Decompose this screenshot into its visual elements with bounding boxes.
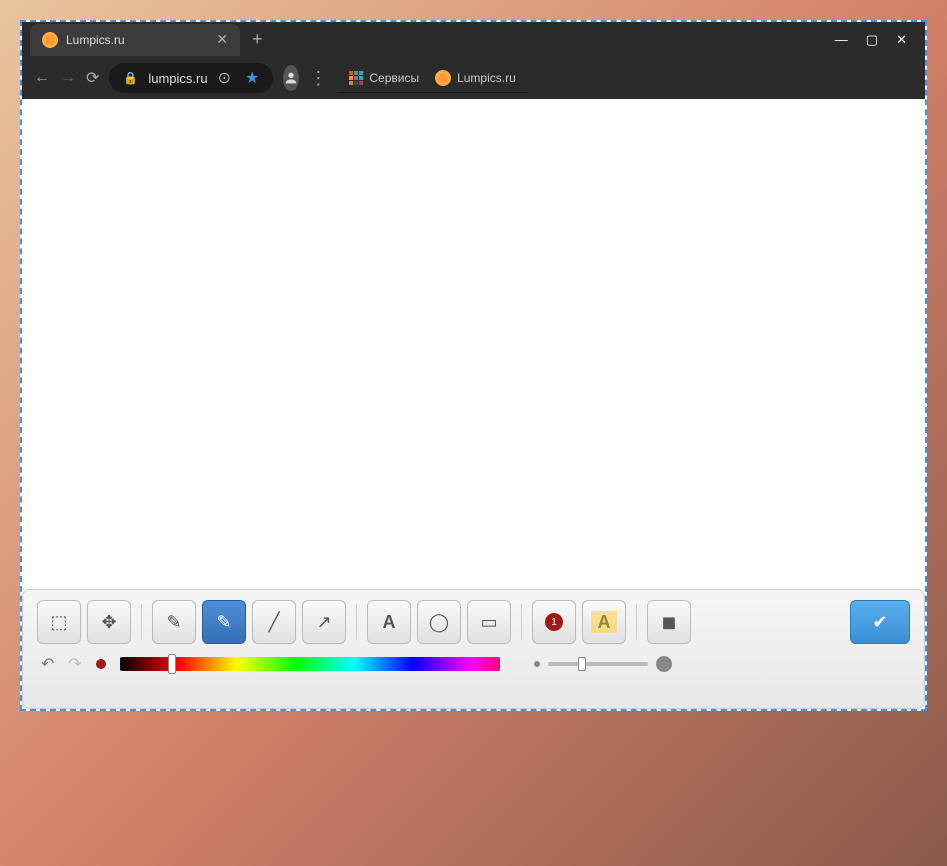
- address-bar[interactable]: 🔒 lumpics.ru ⊙ ★: [109, 63, 273, 93]
- size-min-icon: [534, 661, 540, 667]
- screenshot-region: Lumpics.ru ✕ + — ▢ ✕ ← → ⟳ 🔒 lumpics.ru …: [20, 20, 927, 711]
- highlight-tool[interactable]: A: [582, 600, 626, 644]
- pen-tool[interactable]: ✎: [152, 600, 196, 644]
- reload-button[interactable]: ⟳: [86, 68, 99, 88]
- undo-button[interactable]: ↶: [41, 654, 54, 674]
- browser-tab[interactable]: Lumpics.ru ✕: [30, 24, 240, 56]
- lock-icon: 🔒: [123, 71, 138, 85]
- close-icon[interactable]: ✕: [216, 31, 228, 48]
- close-window-icon[interactable]: ✕: [896, 32, 907, 48]
- forward-button[interactable]: →: [60, 69, 76, 87]
- favicon-icon: [42, 32, 58, 48]
- ellipse-tool[interactable]: ◯: [417, 600, 461, 644]
- bookmark-label: Lumpics.ru: [457, 71, 516, 85]
- size-max-icon: [656, 656, 672, 672]
- text-tool[interactable]: A: [367, 600, 411, 644]
- counter-tool[interactable]: 1: [532, 600, 576, 644]
- bookmarks-bar: Сервисы Lumpics.ru: [337, 63, 527, 93]
- color-slider-handle[interactable]: [168, 654, 176, 674]
- site-bookmark[interactable]: Lumpics.ru: [435, 70, 516, 86]
- size-control: [534, 656, 672, 672]
- color-slider[interactable]: [120, 657, 500, 671]
- current-color-icon: [96, 659, 106, 669]
- move-tool[interactable]: ✥: [87, 600, 131, 644]
- new-tab-button[interactable]: +: [252, 29, 263, 50]
- select-tool[interactable]: ⬚: [37, 600, 81, 644]
- browser-menu-button[interactable]: ⋮: [309, 68, 327, 89]
- tab-title: Lumpics.ru: [66, 33, 208, 47]
- marker-tool[interactable]: ✎: [202, 600, 246, 644]
- profile-avatar[interactable]: [283, 65, 299, 91]
- size-slider[interactable]: [548, 662, 648, 666]
- address-bar-row: ← → ⟳ 🔒 lumpics.ru ⊙ ★ ⋮ Сервисы Lumpics…: [22, 57, 925, 99]
- url-text: lumpics.ru: [148, 71, 207, 86]
- line-tool[interactable]: ╱: [252, 600, 296, 644]
- apps-bookmark[interactable]: Сервисы: [349, 71, 419, 85]
- back-button[interactable]: ←: [34, 69, 50, 87]
- search-mic-icon[interactable]: ⊙: [218, 68, 231, 88]
- apps-grid-icon: [349, 71, 363, 85]
- bookmark-star-icon[interactable]: ★: [245, 68, 259, 88]
- browser-tab-strip: Lumpics.ru ✕ + — ▢ ✕: [22, 22, 925, 57]
- rectangle-tool[interactable]: ▭: [467, 600, 511, 644]
- size-slider-handle[interactable]: [578, 657, 586, 671]
- minimize-icon[interactable]: —: [835, 32, 848, 48]
- arrow-tool[interactable]: ↗: [302, 600, 346, 644]
- bookmark-label: Сервисы: [369, 71, 419, 85]
- redo-button[interactable]: ↷: [68, 654, 81, 674]
- maximize-icon[interactable]: ▢: [866, 32, 878, 48]
- confirm-button[interactable]: ✔: [850, 600, 910, 644]
- blur-tool[interactable]: ◼: [647, 600, 691, 644]
- window-controls: — ▢ ✕: [817, 32, 925, 48]
- screenshot-editor-toolbar: ⬚ ✥ ✎ ✎ ╱ ↗ A ◯ ▭ 1 A ◼ ✔ ↶ ↷: [22, 589, 925, 709]
- favicon-icon: [435, 70, 451, 86]
